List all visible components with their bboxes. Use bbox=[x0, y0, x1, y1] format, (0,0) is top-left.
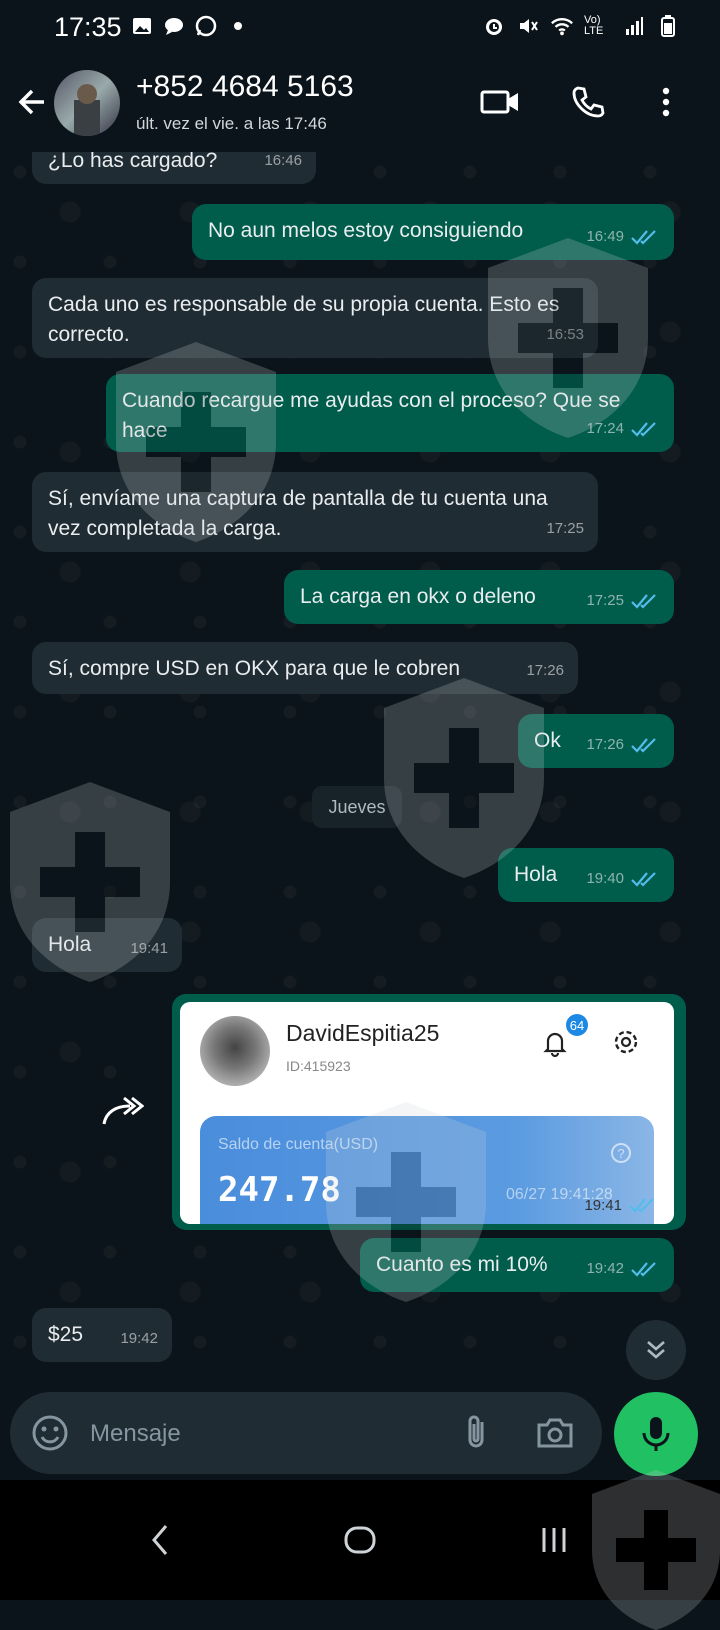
contact-name[interactable]: +852 4684 5163 bbox=[136, 70, 354, 104]
message-incoming[interactable]: ¿Lo has cargado? 16:46 bbox=[32, 152, 316, 184]
card-user-id: ID:415923 bbox=[286, 1058, 351, 1074]
read-ticks-icon bbox=[631, 738, 656, 753]
chat-area[interactable]: ¿Lo has cargado? 16:46 No aun melos esto… bbox=[0, 152, 720, 1392]
message-outgoing[interactable]: La carga en okx o deleno 17:25 bbox=[284, 570, 674, 624]
message-composer bbox=[10, 1392, 602, 1476]
dot-icon bbox=[226, 14, 250, 38]
gallery-notification-icon bbox=[130, 14, 154, 38]
scroll-down-icon[interactable] bbox=[626, 1320, 686, 1380]
forward-icon[interactable] bbox=[100, 1094, 145, 1130]
signal-icon bbox=[622, 14, 646, 38]
read-ticks-icon bbox=[631, 872, 656, 887]
more-vert-icon[interactable] bbox=[646, 82, 686, 122]
whatsapp-notification-icon bbox=[194, 14, 218, 38]
notification-badge: 64 bbox=[566, 1014, 588, 1036]
watermark-shield-icon bbox=[592, 1470, 720, 1630]
camera-icon[interactable] bbox=[534, 1412, 576, 1454]
status-bar: 17:35 Vo) LTE bbox=[0, 0, 720, 52]
status-time: 17:35 bbox=[54, 12, 122, 42]
message-incoming[interactable]: Cada uno es responsable de su propia cue… bbox=[32, 278, 598, 358]
read-ticks-icon bbox=[631, 230, 656, 245]
image-message[interactable]: DavidEspitia25 ID:415923 64 Saldo de cue… bbox=[172, 994, 686, 1230]
nav-back-icon[interactable] bbox=[136, 1516, 184, 1564]
balance-label: Saldo de cuenta(USD) bbox=[218, 1136, 379, 1153]
read-ticks-icon bbox=[631, 594, 656, 609]
network-type: Vo) LTE bbox=[584, 14, 604, 37]
bell-icon bbox=[540, 1028, 570, 1058]
read-ticks-icon bbox=[629, 1198, 654, 1213]
mute-icon bbox=[516, 14, 540, 38]
message-outgoing[interactable]: Cuando recargue me ayudas con el proceso… bbox=[106, 374, 674, 452]
alarm-icon bbox=[482, 14, 506, 38]
message-incoming[interactable]: $25 19:42 bbox=[32, 1308, 172, 1362]
balance-value: 247.78 bbox=[218, 1170, 341, 1210]
read-ticks-icon bbox=[631, 422, 656, 437]
back-arrow-icon[interactable] bbox=[14, 84, 50, 120]
chat-notification-icon bbox=[162, 14, 186, 38]
video-call-icon[interactable] bbox=[480, 82, 520, 122]
attach-icon[interactable] bbox=[456, 1412, 498, 1454]
nav-recents-icon[interactable] bbox=[530, 1516, 578, 1564]
chat-header: +852 4684 5163 últ. vez el vie. a las 17… bbox=[0, 52, 720, 152]
date-divider: Jueves bbox=[312, 786, 402, 828]
mic-icon[interactable] bbox=[614, 1392, 698, 1476]
card-username: DavidEspitia25 bbox=[286, 1020, 440, 1046]
nav-home-icon[interactable] bbox=[336, 1516, 384, 1564]
gear-icon bbox=[610, 1026, 642, 1058]
screenshot-image[interactable]: DavidEspitia25 ID:415923 64 Saldo de cue… bbox=[180, 1002, 674, 1224]
wifi-icon bbox=[550, 14, 574, 38]
phone-icon[interactable] bbox=[568, 82, 608, 122]
read-ticks-icon bbox=[631, 1262, 656, 1277]
message-incoming[interactable]: Sí, envíame una captura de pantalla de t… bbox=[32, 472, 598, 552]
message-outgoing[interactable]: No aun melos estoy consiguiendo 16:49 bbox=[192, 204, 674, 260]
message-outgoing[interactable]: Hola 19:40 bbox=[498, 848, 674, 902]
navigation-bar bbox=[0, 1470, 720, 1630]
card-avatar bbox=[200, 1016, 270, 1086]
emoji-icon[interactable] bbox=[30, 1413, 70, 1453]
message-outgoing[interactable]: Cuanto es mi 10% 19:42 bbox=[360, 1238, 674, 1292]
message-incoming[interactable]: Sí, compre USD en OKX para que le cobren… bbox=[32, 642, 578, 694]
help-icon: ? bbox=[610, 1142, 632, 1164]
message-incoming[interactable]: Hola 19:41 bbox=[32, 918, 182, 972]
svg-text:?: ? bbox=[617, 1146, 624, 1161]
contact-avatar[interactable] bbox=[54, 70, 120, 136]
message-outgoing[interactable]: Ok 17:26 bbox=[518, 714, 674, 768]
message-input[interactable] bbox=[88, 1392, 432, 1476]
last-seen: últ. vez el vie. a las 17:46 bbox=[136, 114, 327, 133]
battery-icon bbox=[656, 14, 680, 38]
